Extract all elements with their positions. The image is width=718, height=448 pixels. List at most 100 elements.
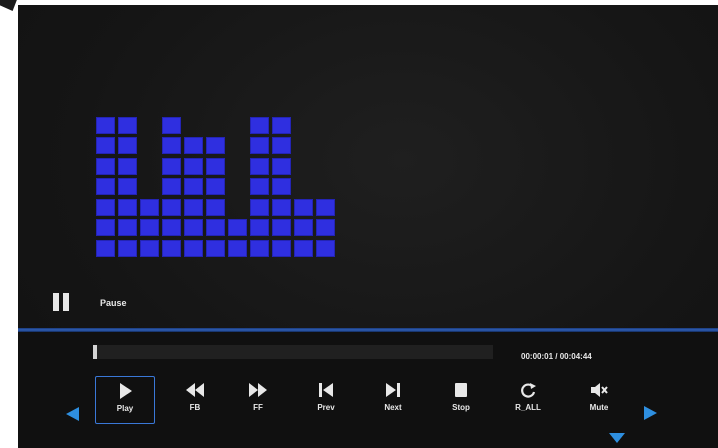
visualizer-cell (294, 219, 313, 236)
visualizer-cell (96, 116, 115, 134)
visualizer-cell (162, 137, 181, 154)
play-button-label: Play (116, 404, 134, 413)
previous-button[interactable]: Prev (296, 376, 356, 424)
next-button[interactable]: Next (363, 376, 423, 424)
mute-icon (591, 383, 608, 397)
visualizer-bar (162, 113, 183, 257)
play-icon (120, 383, 132, 399)
arrow-down-icon[interactable] (609, 433, 625, 443)
visualizer-cell (206, 219, 225, 236)
visualizer-bar (118, 113, 139, 257)
visualizer-cell (250, 178, 269, 195)
visualizer-cell (140, 198, 159, 216)
visualizer-cell (294, 198, 313, 216)
skip-previous-icon (319, 383, 333, 397)
visualizer-cell (250, 137, 269, 154)
visualizer-cell (206, 239, 225, 257)
mute-button[interactable]: Mute (569, 376, 629, 424)
visualizer-bar (140, 113, 161, 257)
playback-state-label: Pause (100, 298, 127, 308)
visualizer-cell (118, 116, 137, 134)
visualizer-cell (294, 239, 313, 257)
visualizer-cell (184, 157, 203, 175)
visualizer-cell (272, 178, 291, 195)
visualizer-cell (272, 239, 291, 257)
visualizer-bar (184, 113, 205, 257)
visualizer-bar (96, 113, 117, 257)
visualizer-cell (162, 239, 181, 257)
visualizer-cell (184, 198, 203, 216)
arrow-right-icon[interactable] (641, 406, 657, 420)
visualizer-cell (96, 137, 115, 154)
visualizer-cell (228, 239, 247, 257)
visualizer-cell (184, 239, 203, 257)
visualizer-cell (316, 219, 335, 236)
visualizer-cell (96, 239, 115, 257)
visualizer-cell (162, 198, 181, 216)
visualizer-cell (96, 157, 115, 175)
time-display: 00:00:01 / 00:04:44 (521, 352, 592, 361)
visualizer-cell (184, 137, 203, 154)
visualizer-cell (272, 137, 291, 154)
visualizer-bar (250, 113, 271, 257)
visualizer-cell (140, 239, 159, 257)
progress-bar-fill (93, 345, 97, 359)
visualizer-cell (228, 219, 247, 236)
corner-mark (0, 0, 18, 11)
visualizer-cell (162, 116, 181, 134)
visualizer-cell (184, 178, 203, 195)
repeat-all-label: R_ALL (515, 403, 541, 412)
visualizer-cell (162, 178, 181, 195)
visualizer-cell (272, 198, 291, 216)
visualizer-bar (294, 113, 315, 257)
visualizer-cell (206, 198, 225, 216)
next-label: Next (384, 403, 402, 412)
visualizer-cell (250, 198, 269, 216)
stop-button[interactable]: Stop (431, 376, 491, 424)
visualizer-cell (250, 219, 269, 236)
repeat-all-icon (521, 383, 536, 398)
visualizer-bar (228, 113, 249, 257)
arrow-left-icon[interactable] (66, 407, 82, 421)
visualizer-cell (96, 198, 115, 216)
repeat-all-button[interactable]: R_ALL (498, 376, 558, 424)
visualizer-cell (316, 239, 335, 257)
visualizer-cell (118, 198, 137, 216)
visualizer-cell (96, 178, 115, 195)
visualizer-cell (250, 157, 269, 175)
visualizer-cell (206, 157, 225, 175)
visualizer-cell (184, 219, 203, 236)
fast-backward-label: FB (189, 403, 201, 412)
visualizer-bar (206, 113, 227, 257)
visualizer-cell (162, 157, 181, 175)
fast-backward-icon (186, 383, 204, 397)
visualizer-cell (250, 116, 269, 134)
visualizer-cell (162, 219, 181, 236)
visualizer-cell (316, 198, 335, 216)
visualizer-bar (316, 113, 337, 257)
visualizer-cell (206, 137, 225, 154)
visualizer-cell (118, 137, 137, 154)
fast-forward-button[interactable]: FF (228, 376, 288, 424)
fast-forward-label: FF (253, 403, 263, 412)
progress-bar[interactable] (93, 345, 493, 359)
stop-label: Stop (452, 403, 470, 412)
previous-label: Prev (317, 403, 335, 412)
fast-backward-button[interactable]: FB (165, 376, 225, 424)
visualizer-cell (272, 219, 291, 236)
visualizer-cell (140, 219, 159, 236)
audio-visualizer (96, 113, 338, 257)
fast-forward-icon (249, 383, 267, 397)
visualizer-cell (250, 239, 269, 257)
visualizer-bar (272, 113, 293, 257)
pause-icon (53, 293, 71, 311)
visualizer-cell (272, 116, 291, 134)
stop-icon (455, 383, 467, 397)
mute-label: Mute (589, 403, 609, 412)
visualizer-cell (96, 219, 115, 236)
visualizer-cell (272, 157, 291, 175)
visualizer-cell (118, 157, 137, 175)
visualizer-cell (118, 219, 137, 236)
play-button[interactable]: Play (95, 376, 155, 424)
visualizer-cell (206, 178, 225, 195)
